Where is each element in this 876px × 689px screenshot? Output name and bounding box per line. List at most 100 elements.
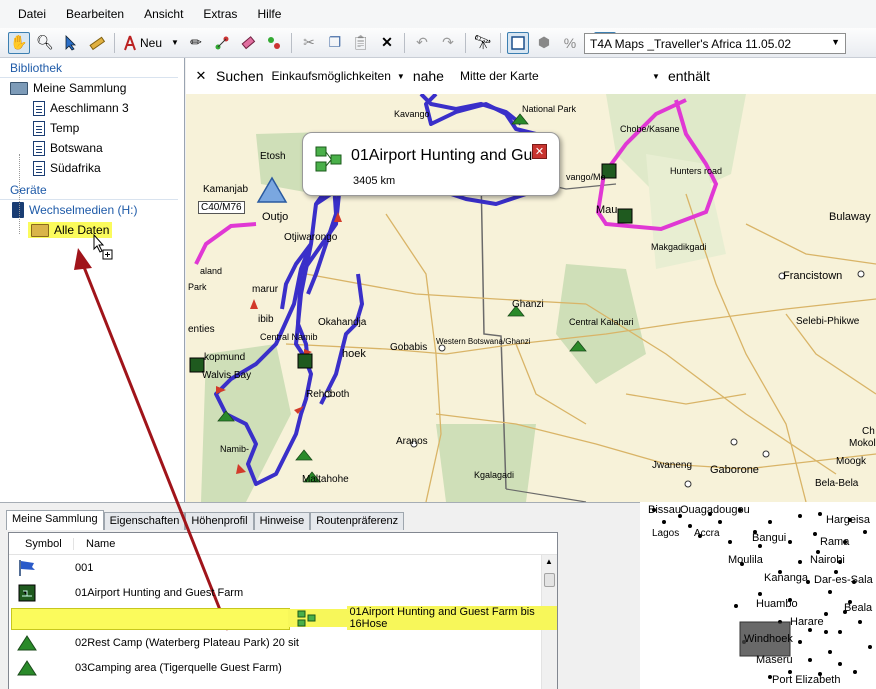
paste-icon[interactable]: 📋︎ [350,32,372,54]
map-label: Park [188,282,207,292]
undo-icon[interactable]: ↶ [411,32,433,54]
select-tool-icon[interactable] [60,32,82,54]
map-label: Makgadikgadi [651,242,707,252]
tree-item-botswana[interactable]: Botswana [0,138,184,158]
tree-item-label: Südafrika [50,161,101,175]
map-2d-view-icon[interactable] [506,31,529,54]
menu-datei[interactable]: Datei [8,0,56,28]
tree-item-suedafrika[interactable]: Südafrika [0,158,184,178]
popup-distance: 3405 km [353,175,396,187]
search-category-value: Einkaufsmöglichkeiten [271,69,391,83]
map-label: Etosh [260,151,286,162]
list-document-icon [33,120,45,136]
overview-label: Port Elizabeth [772,674,841,686]
map-label: Outjo [262,211,289,223]
find-icon[interactable]: 🔭︎ [472,32,494,54]
toolbar-separator [403,32,405,53]
copy-icon[interactable]: ❐ [324,32,346,54]
map-label: Kavango [394,109,430,119]
menu-hilfe[interactable]: Hilfe [247,0,291,28]
bottom-panel: Meine Sammlung Eigenschaften Höhenprofil… [0,502,640,689]
map-3d-view-icon[interactable]: ⬢ [533,32,555,54]
tab-meine-sammlung[interactable]: Meine Sammlung [6,510,104,530]
overview-label: Lagos [652,528,680,539]
library-header: Bibliothek [0,58,178,78]
popup-title: 01Airport Hunting and Gu [351,147,533,164]
list-item-name: 01Airport Hunting and Guest Farm [75,586,244,599]
map-label: Chobe/Kasane [620,124,680,134]
close-search-icon[interactable]: ✕ [186,68,216,84]
map-view[interactable]: National Park Kavango Chobe/Kasane Hunte… [186,94,876,502]
search-bar: ✕ Suchen Einkaufsmöglichkeiten ▼ nahe Mi… [186,58,876,94]
chevron-down-icon: ▼ [652,71,660,81]
chevron-down-icon: ▼ [396,71,405,81]
menu-extras[interactable]: Extras [193,0,247,28]
tree-item-aeschlimann[interactable]: Aeschlimann 3 [0,98,184,118]
scroll-up-icon[interactable]: ▲ [545,557,553,566]
eraser-icon[interactable] [237,32,259,54]
lodge-icon [9,584,73,602]
map-product-select[interactable]: T4A Maps _Traveller's Africa 11.05.02 ▼ [584,33,846,54]
map-label: Namib- [220,444,250,454]
list-item[interactable]: 01Airport Hunting and Guest Farm [9,580,557,605]
list-item[interactable]: 02Rest Camp (Waterberg Plateau Park) 20 … [9,630,557,655]
cut-icon[interactable]: ✂ [298,32,320,54]
map-label: Bela-Bela [815,478,859,489]
route-icon [288,608,348,627]
map-label: Kamanjab [203,184,249,195]
new-button[interactable]: Neu ▼ [123,35,179,51]
overview-label: Beala [844,602,873,614]
map-label: vango/Mo [566,172,606,182]
overview-label: Windhoek [744,633,793,645]
split-route-icon[interactable] [263,32,285,54]
map-label: ibib [258,314,274,325]
map-label: kopmund [204,352,246,363]
list-item[interactable]: 03Camping area (Tigerquelle Guest Farm) [9,655,557,680]
tab-eigenschaften[interactable]: Eigenschaften [103,512,186,530]
map-label: Francistown [783,270,843,282]
overview-label: Bissau [648,504,682,516]
column-name[interactable]: Name [73,537,115,550]
list-item[interactable]: 001 [9,555,557,580]
list-item-selected[interactable]: 01Airport Hunting and Guest Farm bis 16H… [9,605,557,630]
route-edit-icon[interactable] [211,32,233,54]
tree-item-temp[interactable]: Temp [0,118,184,138]
tree-item-label: Meine Sammlung [33,81,127,95]
menu-bar: Datei Bearbeiten Ansicht Extras Hilfe [0,0,876,28]
column-symbol[interactable]: Symbol [9,538,73,550]
map-label: Rehoboth [306,389,350,400]
overview-label: Moulila [728,554,763,566]
overview-map[interactable]: Bissau Ouagadougou Hargeisa Lagos Accra … [640,502,876,689]
measure-tool-icon[interactable] [86,32,108,54]
tree-connector [19,154,20,234]
search-category-select[interactable]: Einkaufsmöglichkeiten ▼ [271,69,404,83]
tab-hinweise[interactable]: Hinweise [253,512,311,530]
map-label: Ch [862,426,875,437]
route-info-popup: 01Airport Hunting and Gu 3405 km ✕ [302,132,560,196]
tent-icon [9,634,73,652]
zoom-tool-icon[interactable]: 🔍︎ [34,32,56,54]
menu-ansicht[interactable]: Ansicht [134,0,193,28]
map-label: Ghanzi [512,299,544,310]
new-waypoint-icon [124,35,136,50]
map-layers-icon[interactable]: % [559,32,581,54]
tree-item-my-collection[interactable]: Meine Sammlung [0,78,184,98]
list-document-icon [33,100,45,116]
delete-icon[interactable]: ✕ [376,32,398,54]
library-panel: Bibliothek Meine Sammlung Aeschlimann 3 … [0,58,185,502]
redo-icon[interactable]: ↷ [437,32,459,54]
overview-label: Huambo [756,598,798,610]
pencil-icon[interactable]: ✏ [185,32,207,54]
search-location-select[interactable]: Mitte der Karte ▼ [460,69,660,83]
map-label: Okahandja [318,317,367,328]
tab-routenpraeferenz[interactable]: Routenpräferenz [310,512,405,530]
map-label: hoek [342,348,366,360]
devices-header: Geräte [0,180,178,200]
road-shield: C40/M76 [198,201,245,214]
popup-close-button[interactable]: ✕ [532,144,547,159]
menu-bearbeiten[interactable]: Bearbeiten [56,0,134,28]
hand-tool-icon[interactable]: ✋ [8,31,30,54]
tree-item-removable-media[interactable]: Wechselmedien (H:) [0,200,184,220]
tab-hoehenprofil[interactable]: Höhenprofil [185,512,254,530]
scrollbar-thumb[interactable] [544,573,555,587]
